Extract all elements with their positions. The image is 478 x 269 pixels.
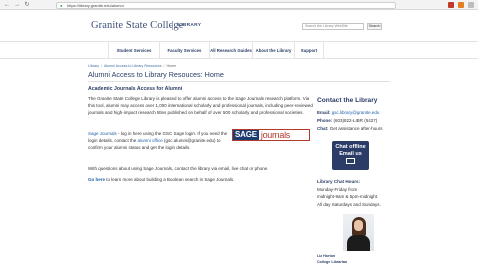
sage-journals-logo[interactable]: SAGE journals	[232, 129, 310, 141]
main-nav: Student Services Faculty Services All Re…	[0, 41, 478, 59]
chat-label: Chat:	[317, 126, 329, 131]
library-label[interactable]: LIBRARY	[178, 23, 201, 28]
sage-paragraph: Sage Journals - log in here using the GS…	[88, 130, 234, 152]
back-button[interactable]: ←	[4, 2, 10, 8]
intro-paragraph: The Granite State College Library is ple…	[88, 96, 313, 116]
search-input[interactable]: Search the Library WebSite	[302, 23, 364, 30]
reload-button[interactable]: ↻	[24, 2, 30, 8]
contact-chat: Chat: Get assistance after-hours	[317, 126, 383, 131]
extension-icon[interactable]	[448, 2, 454, 8]
sage-journals-link[interactable]: Sage Journals	[88, 131, 117, 136]
librarian-name[interactable]: Liz Horton	[317, 254, 335, 258]
hours-line-1: Monday-Friday from	[317, 187, 358, 192]
phone-label: Phone:	[317, 118, 333, 123]
boolean-text: to learn more about building a Boolean s…	[105, 177, 235, 182]
chat-hours: Monday-Friday from midnight-9am & 5pm-mi…	[317, 186, 381, 208]
sage-logo-left: SAGE	[233, 130, 259, 140]
nav-about-the-library[interactable]: About the Library	[252, 42, 294, 59]
boolean-paragraph: Go here to learn more about building a B…	[88, 176, 316, 183]
search-button[interactable]: Search	[367, 23, 382, 30]
contact-phone: Phone: (603)822-LIBR (5427)	[317, 118, 377, 123]
site-header: Granite State College LIBRARY Search the…	[0, 10, 478, 41]
sage-logo-right: journals	[260, 130, 290, 140]
go-here-link[interactable]: Go here	[88, 177, 105, 182]
librarian-photo	[343, 214, 374, 251]
college-logo[interactable]: Granite State College	[91, 20, 184, 31]
email-link[interactable]: gsc.library@granite.edu	[332, 110, 380, 115]
breadcrumb: Library / Alumni Access to Library Resourc…	[88, 64, 177, 68]
chat-hours-heading: Library Chat Hours:	[317, 179, 361, 184]
chat-value: Get assistance after-hours	[329, 126, 383, 131]
chat-offline-badge[interactable]: Chat offline Email us	[332, 141, 369, 170]
address-bar[interactable]: ● https://library.granite.edu/alumni	[56, 1, 396, 9]
hours-line-2: midnight-9am & 5pm-midnight.	[317, 194, 379, 200]
section-heading: Academic Journals Access for Alumni	[88, 86, 183, 92]
nav-student-services[interactable]: Student Services	[108, 42, 159, 59]
browser-toolbar: ← → ↻ ● https://library.granite.edu/alum…	[0, 0, 478, 10]
forward-button[interactable]: →	[14, 2, 20, 8]
librarian-role: College Librarian	[317, 260, 348, 264]
lock-icon: ●	[60, 2, 63, 8]
breadcrumb-guide[interactable]: Alumni Access to Library Resources	[104, 64, 162, 68]
title-divider	[88, 81, 390, 82]
envelope-icon	[346, 158, 355, 164]
chat-badge-line2: Email us	[339, 150, 362, 157]
address-bar-url: https://library.granite.edu/alumni	[67, 2, 124, 8]
page-title: Alumni Access to Library Resouces: Home	[88, 70, 224, 79]
extension-icon[interactable]	[458, 2, 464, 8]
logo-divider	[172, 21, 173, 30]
contact-heading: Contact the Library	[317, 97, 378, 104]
alumni-office-link[interactable]: alumni office	[138, 138, 163, 143]
nav-support[interactable]: Support	[294, 42, 324, 59]
email-label: Email:	[317, 110, 331, 115]
phone-value: (603)822-LIBR (5427)	[333, 118, 378, 123]
nav-all-research-guides[interactable]: All Research Guides	[209, 42, 252, 59]
contact-email: Email: gsc.library@granite.edu	[317, 110, 379, 115]
breadcrumb-current: Home	[166, 64, 177, 68]
help-paragraph: With questions about using Sage Journals…	[88, 166, 269, 171]
breadcrumb-library[interactable]: Library	[88, 64, 99, 68]
hours-line-3: All day Saturdays and Sundays.	[317, 201, 381, 207]
nav-faculty-services[interactable]: Faculty Services	[159, 42, 209, 59]
chat-badge-line1: Chat offline	[335, 144, 366, 150]
menu-icon[interactable]	[468, 2, 474, 8]
